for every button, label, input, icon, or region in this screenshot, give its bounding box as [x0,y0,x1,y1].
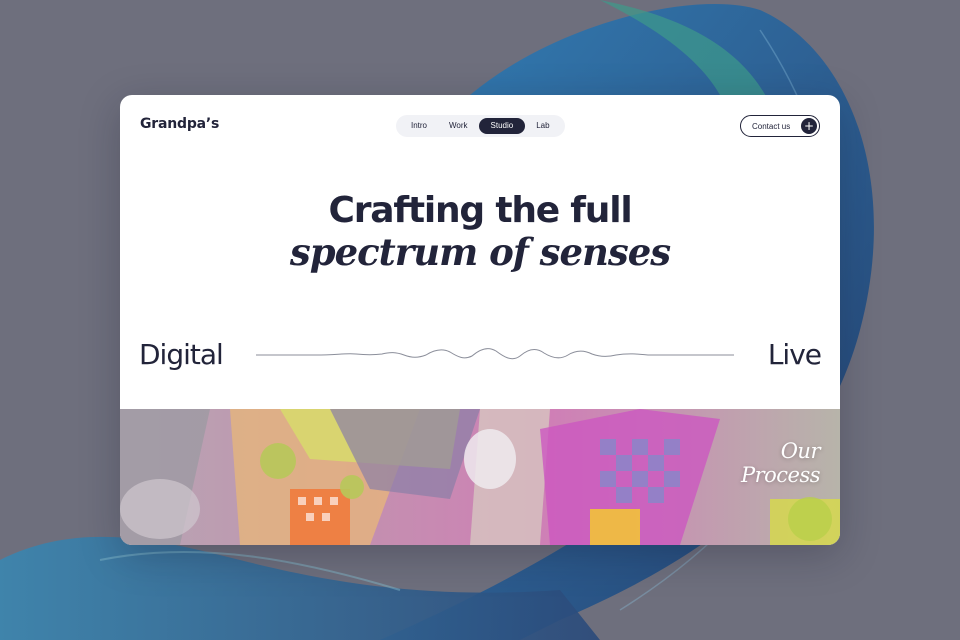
nav-item-work[interactable]: Work [438,118,479,134]
spectrum-slider: Digital Live [120,335,840,375]
process-title-line-2: Process [740,463,821,487]
brand-logo[interactable]: Grandpa’s [140,116,219,132]
process-artwork [120,409,840,545]
top-navigation: Grandpa’s Intro Work Studio Lab Contact … [120,95,840,157]
spectrum-label-digital: Digital [139,338,224,371]
nav-item-lab[interactable]: Lab [525,118,560,134]
spectrum-label-live: Live [767,338,822,371]
our-process-title: Our Process [740,439,821,487]
contact-us-button[interactable]: Contact us + [740,115,820,137]
sound-wave-line[interactable] [256,343,734,367]
plus-icon: + [801,118,817,134]
nav-item-studio[interactable]: Studio [478,118,526,134]
hero-title-line-1: Crafting the full [328,190,633,231]
contact-us-label: Contact us [752,121,791,131]
hero-card: Grandpa’s Intro Work Studio Lab Contact … [120,95,840,545]
nav-menu: Intro Work Studio Lab [396,115,565,137]
our-process-banner[interactable]: Our Process [120,409,840,545]
hero-title-line-2: spectrum of senses [289,230,671,274]
hero-heading: Crafting the full spectrum of senses [120,190,840,272]
nav-item-intro[interactable]: Intro [400,118,438,134]
process-title-line-1: Our [780,439,821,463]
